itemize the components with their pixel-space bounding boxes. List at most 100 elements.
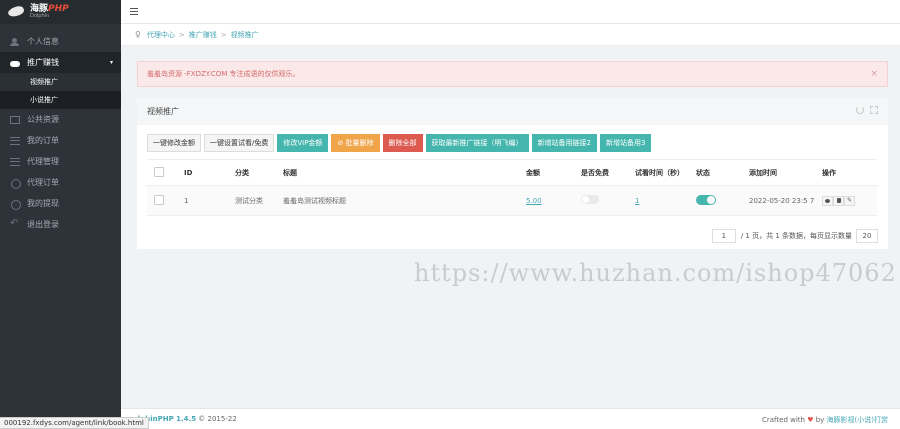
action-toolbar: 一键修改金额 一键设置试看/免费 修改VIP金额 ⊘ 批量删除 删除全部 获取最… bbox=[147, 134, 652, 152]
sidebar-item-label: 我的订单 bbox=[27, 136, 59, 145]
breadcrumb: ♀ 代理中心 > 推广赚钱 > 视频推广 bbox=[121, 24, 900, 46]
row-actions: ✎ bbox=[822, 195, 877, 206]
coin-icon bbox=[10, 178, 21, 189]
sidebar-item-label: 个人信息 bbox=[27, 37, 59, 46]
col-header-status[interactable]: 状态 bbox=[689, 159, 742, 186]
cell-actions: ✎ bbox=[815, 185, 877, 216]
pagination: 1 / 1 页，共 1 条数据，每页显示数量 20 bbox=[711, 229, 878, 243]
browser-status-url: 000192.fxdys.com/agent/link/book.html bbox=[0, 417, 149, 429]
sidebar-item-promote[interactable]: 推广赚钱 ▾ bbox=[0, 52, 121, 73]
col-header-preview-time[interactable]: 试看时间（秒） bbox=[628, 159, 689, 186]
sidebar-subitem-video[interactable]: 视频推广 bbox=[0, 73, 121, 91]
bulk-edit-amount-button[interactable]: 一键修改金额 bbox=[147, 134, 201, 152]
backup-link-3-button[interactable]: 新增站备用3 bbox=[600, 134, 652, 152]
list-icon bbox=[10, 136, 20, 145]
footer-year: © 2015-22 bbox=[196, 415, 237, 423]
col-header-added-time[interactable]: 添加时间 bbox=[742, 159, 815, 186]
free-toggle[interactable] bbox=[581, 195, 599, 204]
panel-header: 视频推广 bbox=[137, 98, 888, 125]
sidebar-item-resources[interactable]: 公共资源 bbox=[0, 109, 121, 130]
col-header-actions: 操作 bbox=[815, 159, 877, 186]
table-row: 1 测试分类 羞羞岛测试视频标题 5.00 1 2022-05-20 23:5 … bbox=[147, 185, 877, 216]
col-header-title[interactable]: 标题 bbox=[276, 159, 519, 186]
page-number-input[interactable]: 1 bbox=[711, 229, 736, 243]
select-all-cell bbox=[147, 159, 177, 186]
cell-id: 1 bbox=[177, 185, 228, 216]
breadcrumb-separator: > bbox=[178, 30, 185, 39]
list-icon bbox=[10, 157, 20, 166]
notice-alert: 羞羞岛资源 -FXDZY.COM 专注成语的仅供观乐。 × bbox=[137, 61, 888, 87]
sidebar-item-label: 代理管理 bbox=[27, 157, 59, 166]
breadcrumb-current[interactable]: 视频推广 bbox=[231, 30, 259, 40]
sidebar-item-orders[interactable]: 我的订单 bbox=[0, 130, 121, 151]
footer-credit: Crafted with ♥ by 海豚影视(小说)打赏 bbox=[762, 415, 888, 425]
sidebar: 海豚PHP Dolphin 个人信息 推广赚钱 ▾ 视频推广 小说推广 公共资源… bbox=[0, 0, 121, 429]
alert-text: 羞羞岛资源 -FXDZY.COM 专注成语的仅供观乐。 bbox=[147, 70, 300, 78]
fullscreen-icon[interactable] bbox=[870, 106, 878, 114]
footer: olphinPHP 1.4.5 © 2015-22 Crafted with ♥… bbox=[121, 408, 900, 429]
sidebar-item-label: 退出登录 bbox=[27, 220, 59, 229]
link-icon: ✎ bbox=[846, 197, 853, 204]
backup-link-2-button[interactable]: 新增站备用链接2 bbox=[531, 134, 597, 152]
col-header-amount[interactable]: 金额 bbox=[519, 159, 574, 186]
video-promo-panel: 视频推广 一键修改金额 一键设置试看/免费 修改VIP金额 ⊘ 批量删除 删除全… bbox=[137, 98, 888, 249]
row-checkbox[interactable] bbox=[154, 194, 164, 205]
sidebar-subitem-novel[interactable]: 小说推广 bbox=[0, 91, 121, 109]
cell-free bbox=[574, 185, 628, 216]
cell-category: 测试分类 bbox=[228, 185, 276, 216]
logo-sub: Dolphin bbox=[30, 13, 50, 19]
delete-button[interactable] bbox=[833, 195, 844, 206]
cell-preview-time: 1 bbox=[628, 185, 689, 216]
amount-edit-link[interactable]: 5.00 bbox=[526, 197, 542, 205]
footer-credit-prefix: Crafted with bbox=[762, 416, 805, 424]
breadcrumb-separator: > bbox=[220, 30, 227, 39]
sidebar-item-profile[interactable]: 个人信息 bbox=[0, 31, 121, 52]
sidebar-item-label: 我的提现 bbox=[27, 199, 59, 208]
sidebar-item-withdraw[interactable]: 我的提现 bbox=[0, 193, 121, 214]
view-button[interactable] bbox=[822, 195, 833, 206]
batch-delete-button[interactable]: ⊘ 批量删除 bbox=[331, 134, 380, 152]
logo[interactable]: 海豚PHP Dolphin bbox=[0, 0, 121, 24]
cell-title: 羞羞岛测试视频标题 bbox=[276, 185, 519, 216]
sidebar-item-logout[interactable]: 退出登录 bbox=[0, 214, 121, 235]
logo-php: PHP bbox=[48, 4, 69, 14]
table-header-row: ID 分类 标题 金额 是否免费 试看时间（秒） 状态 添加时间 操作 bbox=[147, 159, 877, 186]
cell-added-time: 2022-05-20 23:5 7 bbox=[742, 185, 815, 216]
refresh-icon[interactable] bbox=[856, 106, 864, 114]
sidebar-item-label: 公共资源 bbox=[27, 115, 59, 124]
pagination-info: / 1 页，共 1 条数据，每页显示数量 bbox=[740, 232, 852, 240]
logout-icon bbox=[10, 218, 20, 229]
panel-title: 视频推广 bbox=[147, 107, 179, 116]
delete-all-button[interactable]: 删除全部 bbox=[382, 134, 423, 152]
sidebar-item-agents[interactable]: 代理管理 bbox=[0, 151, 121, 172]
menu-toggle-icon[interactable] bbox=[130, 8, 138, 15]
select-all-checkbox[interactable] bbox=[154, 166, 164, 177]
col-header-id[interactable]: ID bbox=[177, 159, 228, 186]
trash-icon bbox=[836, 198, 841, 203]
sidebar-item-label: 推广赚钱 bbox=[27, 58, 59, 67]
box-icon bbox=[10, 115, 20, 124]
video-table: ID 分类 标题 金额 是否免费 试看时间（秒） 状态 添加时间 操作 1 测试… bbox=[147, 159, 877, 216]
user-icon bbox=[10, 37, 20, 46]
col-header-free[interactable]: 是否免费 bbox=[574, 159, 628, 186]
breadcrumb-link[interactable]: 推广赚钱 bbox=[189, 30, 217, 40]
page-size-input[interactable]: 20 bbox=[856, 229, 878, 243]
link-button[interactable]: ✎ bbox=[844, 195, 855, 206]
edit-vip-amount-button[interactable]: 修改VIP金额 bbox=[277, 134, 329, 152]
get-promo-link-button[interactable]: 获取最新推广链接（明飞编） bbox=[425, 134, 529, 152]
map-pin-icon: ♀ bbox=[135, 30, 141, 39]
eye-icon bbox=[825, 198, 830, 203]
status-toggle[interactable] bbox=[696, 194, 716, 205]
sidebar-nav: 个人信息 推广赚钱 ▾ 视频推广 小说推广 公共资源 我的订单 代理管理 代理订… bbox=[0, 24, 121, 235]
bulk-set-preview-button[interactable]: 一键设置试看/免费 bbox=[204, 134, 275, 152]
footer-credit-link[interactable]: 海豚影视(小说)打赏 bbox=[827, 416, 888, 424]
breadcrumb-link[interactable]: 代理中心 bbox=[147, 30, 175, 40]
dolphin-logo-icon bbox=[6, 5, 26, 19]
preview-time-edit-link[interactable]: 1 bbox=[635, 197, 639, 205]
close-icon[interactable]: × bbox=[870, 69, 878, 79]
cloud-icon bbox=[10, 59, 20, 67]
cell-amount: 5.00 bbox=[519, 185, 574, 216]
sidebar-item-agent-orders[interactable]: 代理订单 bbox=[0, 172, 121, 193]
row-select-cell bbox=[147, 185, 177, 216]
col-header-category[interactable]: 分类 bbox=[228, 159, 276, 186]
